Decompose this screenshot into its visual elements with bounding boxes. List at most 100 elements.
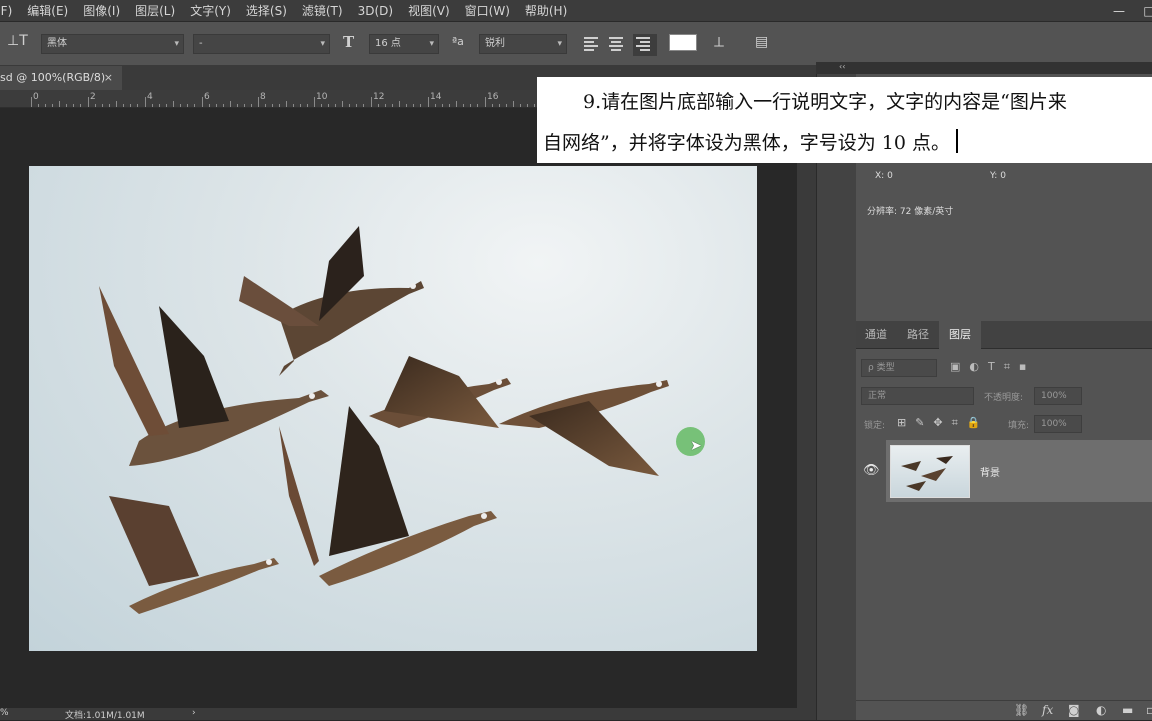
font-size-icon: T (343, 33, 355, 51)
ruler-minor-tick (123, 104, 124, 107)
antialias-select[interactable]: 锐利 ▾ (479, 34, 567, 54)
info-y-label: Y: (990, 171, 998, 181)
ruler-minor-tick (463, 104, 464, 107)
warp-text-icon[interactable]: ⟂ (714, 33, 724, 51)
ruler-minor-tick (109, 104, 110, 107)
ruler-minor-tick (152, 104, 153, 107)
ruler-label: 8 (260, 92, 266, 102)
minimize-button[interactable]: — (1104, 0, 1134, 22)
new-layer-icon[interactable]: ▫ (1146, 703, 1152, 717)
ruler-minor-tick (435, 104, 436, 107)
menu-item-3[interactable]: 图层(L) (127, 2, 182, 19)
panel-collapse-bar[interactable]: ‹‹ (816, 62, 1152, 74)
chevron-down-icon: ▾ (557, 39, 562, 49)
menu-item-4[interactable]: 文字(Y) (182, 2, 238, 19)
ruler-minor-tick (159, 104, 160, 107)
ruler-minor-tick (307, 104, 308, 107)
character-panel-icon[interactable]: ▤ (755, 34, 768, 50)
maximize-button[interactable]: □ (1134, 0, 1152, 22)
mask-icon[interactable]: ◙ (1068, 703, 1080, 717)
fill-input[interactable]: 100% (1034, 415, 1082, 433)
ruler-minor-tick (209, 104, 210, 107)
vertical-type-tool-icon[interactable]: ⊥T (7, 33, 28, 49)
ruler-minor-tick (413, 104, 414, 107)
opacity-input[interactable]: 100% (1034, 387, 1082, 405)
font-style-select[interactable]: - ▾ (193, 34, 330, 54)
info-y-value: 0 (1000, 171, 1006, 181)
link-icon[interactable]: ⛓ (1014, 703, 1029, 717)
layer-filter-icons[interactable]: ▣◐T⌗▪ (950, 360, 1035, 374)
goose-shape (109, 496, 279, 614)
align-center-button[interactable] (609, 37, 627, 53)
menu-item-1[interactable]: 编辑(E) (19, 2, 75, 19)
menu-item-7[interactable]: 3D(D) (350, 4, 400, 18)
ruler-tick (428, 97, 429, 107)
ruler-minor-tick (513, 101, 514, 107)
ruler-tick (258, 97, 259, 107)
font-family-select[interactable]: 黑体 ▾ (41, 34, 184, 54)
ruler-label: 16 (487, 92, 499, 102)
ruler-minor-tick (499, 104, 500, 107)
blend-mode-select[interactable]: 正常 (861, 387, 974, 405)
ruler-label: 0 (33, 92, 39, 102)
ruler-minor-tick (180, 104, 181, 107)
layer-filter-select[interactable]: ρ 类型 (861, 359, 937, 377)
menu-item-5[interactable]: 选择(S) (238, 2, 294, 19)
ruler-minor-tick (477, 104, 478, 107)
tab-paths[interactable]: 路径 (907, 321, 929, 349)
ruler-minor-tick (335, 104, 336, 107)
ruler-minor-tick (130, 104, 131, 107)
goose-shape (239, 226, 424, 376)
ruler-tick (202, 97, 203, 107)
ruler-minor-tick (45, 104, 46, 107)
info-x-value: 0 (887, 171, 893, 181)
menu-item-6[interactable]: 滤镜(T) (294, 2, 350, 19)
canvas-image-geese[interactable] (29, 166, 757, 651)
menu-item-8[interactable]: 视图(V) (400, 2, 457, 19)
fx-icon[interactable]: fx (1042, 703, 1053, 717)
ruler-minor-tick (52, 104, 53, 107)
font-size-select[interactable]: 16 点 ▾ (369, 34, 439, 54)
ruler-minor-tick (237, 104, 238, 107)
ruler-minor-tick (230, 101, 231, 107)
ruler-minor-tick (216, 104, 217, 107)
adjustment-icon[interactable]: ◐ (1096, 703, 1106, 717)
ruler-tick (88, 97, 89, 107)
menu-item-9[interactable]: 窗口(W) (457, 2, 517, 19)
ruler-minor-tick (385, 104, 386, 107)
ruler-minor-tick (279, 104, 280, 107)
layer-name[interactable]: 背景 (980, 464, 1000, 479)
document-tab[interactable]: sd @ 100%(RGB/8) × (0, 66, 122, 90)
text-color-swatch[interactable] (669, 34, 697, 51)
tab-layers[interactable]: 图层 (939, 321, 981, 349)
ruler-minor-tick (456, 101, 457, 107)
ruler-label: 2 (90, 92, 96, 102)
lock-icons[interactable]: ⊞✎✥⌗🔒 (897, 416, 990, 430)
menu-item-10[interactable]: 帮助(H) (517, 2, 574, 19)
folder-icon[interactable]: ▬ (1122, 703, 1133, 717)
align-left-button[interactable] (584, 37, 602, 53)
menu-item-0[interactable]: (F) (0, 4, 19, 18)
close-icon[interactable]: × (104, 66, 113, 90)
eye-icon[interactable]: 👁 (863, 463, 880, 478)
ruler-minor-tick (66, 104, 67, 107)
vertical-scrollbar[interactable] (797, 108, 816, 708)
tab-channels[interactable]: 通道 (865, 321, 887, 349)
ruler-label: 4 (147, 92, 153, 102)
ruler-minor-tick (342, 101, 343, 107)
status-arrow-icon[interactable]: › (192, 708, 196, 718)
collapse-arrows-icon[interactable]: ‹‹ (839, 62, 845, 71)
align-right-button[interactable] (633, 34, 657, 56)
goose-shape (499, 380, 669, 476)
ruler-minor-tick (223, 104, 224, 107)
menu-item-2[interactable]: 图像(I) (75, 2, 127, 19)
document-tab-title: sd @ 100%(RGB/8) (0, 71, 106, 84)
ruler-minor-tick (80, 104, 81, 107)
chevron-down-icon: ▾ (320, 39, 325, 49)
info-resolution: 分辨率: 72 像素/英寸 (867, 207, 954, 217)
font-size-value: 16 点 (375, 38, 401, 49)
instruction-line-2: 自网络”，并将字体设为黑体，字号设为 10 点。 (543, 123, 1152, 164)
layers-panel-tabs: 通道 路径 图层 (856, 321, 1152, 349)
ruler-minor-tick (406, 104, 407, 107)
ruler-tick (31, 97, 32, 107)
